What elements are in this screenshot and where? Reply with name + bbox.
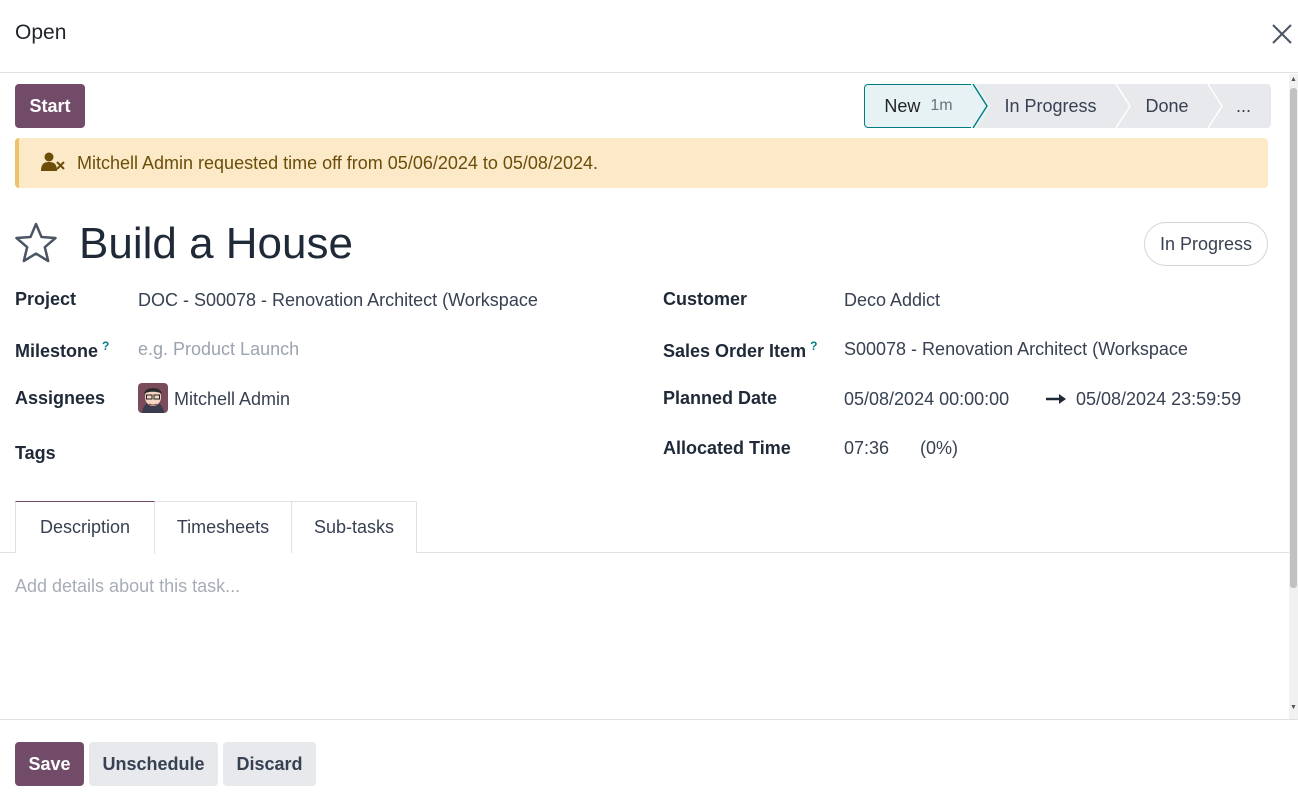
- scroll-down-arrow-icon[interactable]: ▼: [1290, 704, 1297, 712]
- stage-label: In Progress: [1004, 95, 1097, 116]
- stage-label: ...: [1235, 95, 1251, 116]
- milestone-help-icon[interactable]: ?: [102, 339, 109, 353]
- tab-timesheets[interactable]: Timesheets: [154, 501, 292, 553]
- customer-label: Customer: [663, 289, 748, 309]
- allocated-time-field[interactable]: 07:36: [844, 438, 889, 459]
- time-off-alert: Mitchell Admin requested time off from 0…: [15, 138, 1268, 188]
- stage-label: New: [884, 95, 921, 116]
- stage-separator-icon: [971, 84, 991, 128]
- discard-button[interactable]: Discard: [223, 742, 316, 786]
- scroll-up-arrow-icon[interactable]: ▲: [1290, 76, 1297, 84]
- dialog-header: Open: [0, 0, 1298, 73]
- sales-order-item-field[interactable]: S00078 - Renovation Architect (Workspace: [844, 339, 1208, 360]
- unschedule-button[interactable]: Unschedule: [89, 742, 218, 786]
- planned-date-label: Planned Date: [663, 388, 778, 408]
- planned-date-start[interactable]: 05/08/2024 00:00:00: [844, 389, 1009, 410]
- tab-description[interactable]: Description: [15, 501, 155, 554]
- user-times-icon: [41, 152, 65, 171]
- stage-done[interactable]: Done: [1115, 84, 1208, 128]
- alert-message: Mitchell Admin requested time off from 0…: [77, 153, 598, 173]
- scrollbar[interactable]: ▲ ▼: [1289, 74, 1298, 719]
- stage-more[interactable]: ...: [1207, 84, 1271, 128]
- stage-separator-icon: [1115, 84, 1131, 128]
- tab-sub-tasks[interactable]: Sub-tasks: [291, 501, 417, 553]
- sales-order-item-label: Sales Order Item?: [663, 339, 818, 361]
- star-icon[interactable]: [14, 221, 58, 265]
- allocated-time-percent: (0%): [920, 438, 959, 458]
- milestone-field[interactable]: e.g. Product Launch: [138, 339, 299, 360]
- stage-new[interactable]: New 1m: [864, 84, 973, 128]
- tags-label: Tags: [15, 443, 56, 463]
- task-title[interactable]: Build a House: [79, 219, 353, 269]
- stage-statusbar: New 1m In Progress Done ...: [864, 84, 1271, 128]
- project-field[interactable]: DOC - S00078 - Renovation Architect (Wor…: [138, 290, 558, 311]
- planned-date-end[interactable]: 05/08/2024 23:59:59: [1076, 389, 1241, 410]
- stage-label: Done: [1145, 95, 1189, 116]
- scroll-thumb[interactable]: [1290, 88, 1297, 588]
- stage-duration: 1m: [930, 97, 953, 114]
- assignees-label: Assignees: [15, 388, 106, 408]
- milestone-label: Milestone?: [15, 339, 110, 361]
- customer-field[interactable]: Deco Addict: [844, 290, 940, 311]
- arrow-right-icon: [1046, 394, 1066, 404]
- start-button[interactable]: Start: [15, 84, 85, 128]
- close-icon[interactable]: [1268, 20, 1296, 48]
- sales-order-item-help-icon[interactable]: ?: [810, 339, 817, 353]
- assignee-name[interactable]: Mitchell Admin: [174, 389, 290, 410]
- stage-separator-icon: [1207, 84, 1223, 128]
- dialog-title: Open: [15, 21, 67, 44]
- avatar: [138, 383, 168, 413]
- project-label: Project: [15, 289, 77, 309]
- allocated-time-label: Allocated Time: [663, 438, 791, 458]
- stage-in-progress[interactable]: In Progress: [971, 84, 1116, 128]
- save-button[interactable]: Save: [15, 742, 84, 786]
- description-editor[interactable]: Add details about this task...: [15, 576, 1275, 706]
- task-state-badge[interactable]: In Progress: [1144, 222, 1268, 266]
